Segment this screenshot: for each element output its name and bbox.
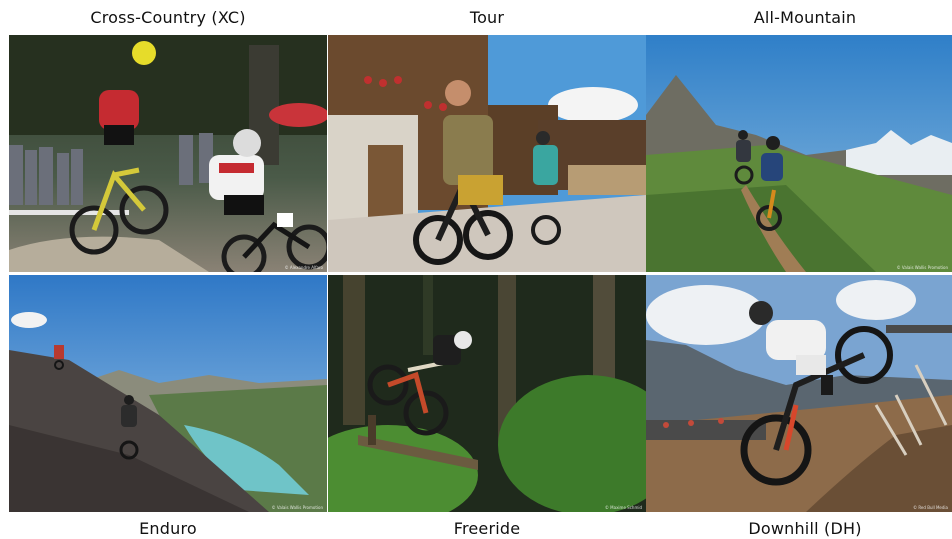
category-label-freeride: Freeride xyxy=(453,519,521,538)
photo-cross-country[interactable]: © Alexandre Alfaro xyxy=(9,35,327,272)
photo-credit: © Valais Wallis Promotion xyxy=(896,265,948,270)
photo-enduro[interactable]: © Valais Wallis Promotion xyxy=(9,275,327,512)
photo-downhill[interactable]: © Red Bull Media xyxy=(646,275,952,512)
tour-photo-image xyxy=(328,35,646,272)
photo-credit: © Red Bull Media xyxy=(913,505,948,510)
category-label-tour: Tour xyxy=(469,8,505,27)
photo-credit: © Alexandre Alfaro xyxy=(284,265,323,270)
category-label-enduro: Enduro xyxy=(139,519,197,538)
photo-credit: © Valais Wallis Promotion xyxy=(271,505,323,510)
photo-freeride[interactable]: © Maxime Schmid xyxy=(328,275,646,512)
category-label-downhill: Downhill (DH) xyxy=(748,519,862,538)
photo-credit: © Maxime Schmid xyxy=(604,505,642,510)
freeride-photo-image xyxy=(328,275,646,512)
cross-country-photo-image xyxy=(9,35,327,272)
photo-all-mountain[interactable]: © Valais Wallis Promotion xyxy=(646,35,952,272)
photo-tour[interactable] xyxy=(328,35,646,272)
category-label-cross-country: Cross-Country (XC) xyxy=(90,8,246,27)
category-label-all-mountain: All-Mountain xyxy=(753,8,857,27)
all-mountain-photo-image xyxy=(646,35,952,272)
enduro-photo-image xyxy=(9,275,327,512)
downhill-photo-image xyxy=(646,275,952,512)
